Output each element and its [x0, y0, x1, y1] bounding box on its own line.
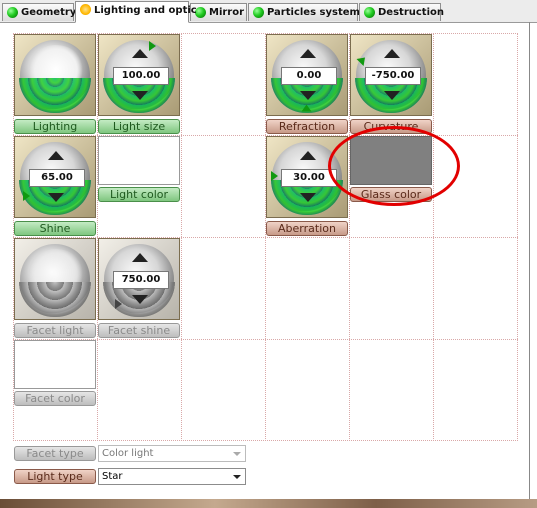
- decrement-arrow-icon[interactable]: [300, 91, 316, 100]
- chevron-down-icon: [233, 452, 241, 456]
- light-size-knob[interactable]: 100.00: [98, 34, 180, 116]
- tab-label: Geometry: [21, 7, 77, 18]
- increment-arrow-icon[interactable]: [384, 49, 400, 58]
- facet-type-button: Facet type: [14, 446, 96, 461]
- decrement-arrow-icon[interactable]: [132, 91, 148, 100]
- decrement-arrow-icon[interactable]: [384, 91, 400, 100]
- facet-color-button: Facet color: [14, 391, 96, 406]
- increment-arrow-icon: [132, 253, 148, 262]
- facet-shine-value: 750.00: [113, 271, 169, 289]
- refraction-value[interactable]: 0.00: [281, 67, 337, 85]
- light-type-button[interactable]: Light type: [14, 469, 96, 484]
- aberration-button[interactable]: Aberration: [266, 221, 348, 236]
- light-color-button[interactable]: Light color: [98, 187, 180, 202]
- increment-arrow-icon[interactable]: [48, 151, 64, 160]
- light-size-button[interactable]: Light size: [98, 119, 180, 134]
- green-dot-icon: [7, 7, 18, 18]
- tab-label: Lighting and optic: [94, 5, 197, 16]
- facet-color-swatch: [14, 340, 96, 389]
- facet-type-value: Color light: [102, 448, 154, 459]
- lighting-button[interactable]: Lighting: [14, 119, 96, 134]
- lighting-knob[interactable]: [14, 34, 96, 116]
- increment-arrow-icon[interactable]: [132, 49, 148, 58]
- shine-knob[interactable]: 65.00: [14, 136, 96, 218]
- pointer-icon: [23, 191, 30, 201]
- facet-shine-button: Facet shine: [98, 323, 180, 338]
- gear-icon: [19, 78, 91, 113]
- tab-label: Destruction: [378, 7, 444, 18]
- shine-button[interactable]: Shine: [14, 221, 96, 236]
- chevron-down-icon: [233, 475, 241, 479]
- green-dot-icon: [253, 7, 264, 18]
- facet-light-knob: [14, 238, 96, 320]
- green-dot-icon: [364, 7, 375, 18]
- tab-destruction[interactable]: Destruction: [359, 3, 444, 21]
- facet-type-select: Color light: [98, 445, 246, 462]
- tab-bar: Geometry Lighting and optic Mirror Parti…: [0, 0, 537, 23]
- pointer-icon: [271, 171, 278, 181]
- light-type-select[interactable]: Star: [98, 468, 246, 485]
- increment-arrow-icon[interactable]: [300, 151, 316, 160]
- gear-icon: [19, 282, 91, 317]
- light-size-value[interactable]: 100.00: [113, 67, 169, 85]
- tab-particles-system[interactable]: Particles system: [248, 3, 360, 21]
- decrement-arrow-icon: [132, 295, 148, 304]
- increment-arrow-icon[interactable]: [300, 49, 316, 58]
- pointer-icon: [115, 299, 122, 309]
- sun-icon: [80, 4, 91, 15]
- tab-mirror[interactable]: Mirror: [190, 3, 247, 21]
- panel-border: [529, 22, 530, 502]
- highlight-circle: [328, 126, 460, 206]
- window-bottom-edge: [0, 499, 537, 508]
- light-color-swatch[interactable]: [98, 136, 180, 185]
- curvature-value[interactable]: -750.00: [365, 67, 421, 85]
- tab-label: Particles system: [267, 7, 360, 18]
- tab-lighting-and-optic[interactable]: Lighting and optic: [75, 1, 197, 23]
- pointer-icon: [149, 41, 156, 51]
- shine-value[interactable]: 65.00: [29, 169, 85, 187]
- curvature-knob[interactable]: -750.00: [350, 34, 432, 116]
- tab-geometry[interactable]: Geometry: [2, 3, 77, 21]
- tab-label: Mirror: [209, 7, 245, 18]
- decrement-arrow-icon[interactable]: [300, 193, 316, 202]
- refraction-knob[interactable]: 0.00: [266, 34, 348, 116]
- refraction-button[interactable]: Refraction: [266, 119, 348, 134]
- facet-shine-knob: 750.00: [98, 238, 180, 320]
- light-type-value: Star: [102, 471, 123, 482]
- pointer-icon: [301, 104, 312, 112]
- facet-light-button: Facet light: [14, 323, 96, 338]
- decrement-arrow-icon[interactable]: [48, 193, 64, 202]
